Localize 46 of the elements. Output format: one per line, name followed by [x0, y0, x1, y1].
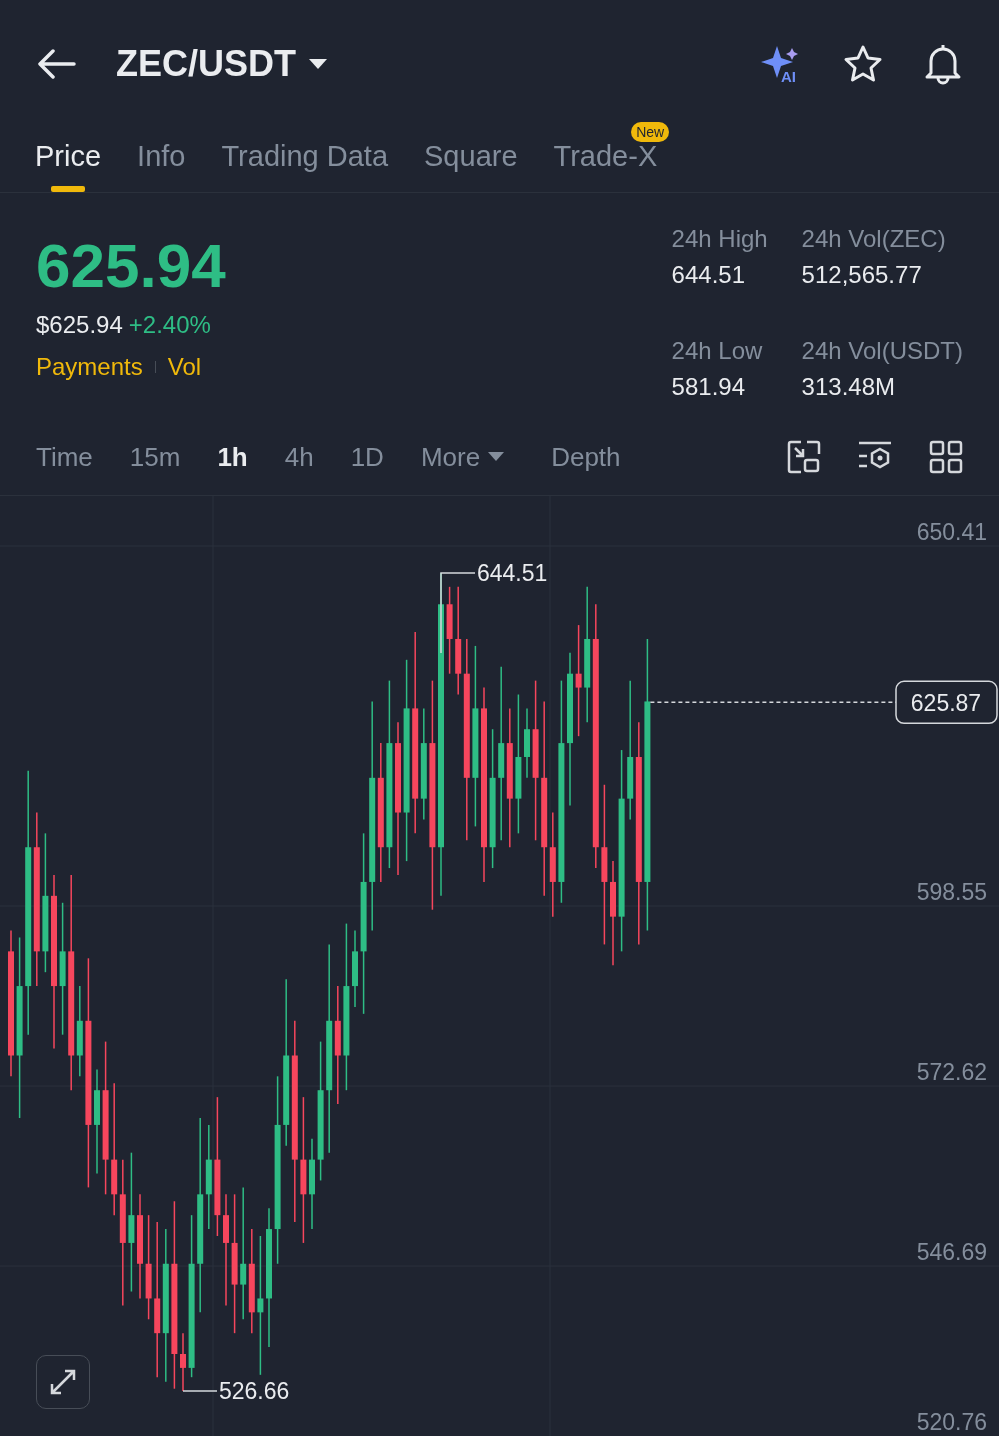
picture-in-picture-icon[interactable] [787, 440, 821, 474]
y-axis-label: 572.62 [916, 1059, 987, 1085]
category-tag[interactable]: Payments [36, 353, 143, 381]
candlestick [180, 1332, 186, 1392]
stat-label: 24h Vol(ZEC) [801, 225, 947, 253]
stat-label: 24h Low [671, 337, 764, 365]
low-price-marker: 526.66 [219, 1378, 290, 1405]
candlestick-chart[interactable]: 650.41 598.55 572.62 546.69 520.76 625.87 644.51 526.66 [0, 496, 999, 1436]
y-axis-label: 546.69 [916, 1239, 987, 1265]
star-icon[interactable] [843, 44, 883, 84]
stat-label: 24h Vol(USDT) [801, 337, 963, 365]
usd-price-change: $625.94 +2.40% [36, 311, 212, 339]
back-arrow-icon[interactable] [38, 49, 76, 79]
interval-tab[interactable]: Depth [551, 441, 621, 473]
tab[interactable]: Square [424, 134, 518, 192]
interval-tab[interactable]: 1h [217, 441, 248, 473]
current-price-label: 625.87 [895, 680, 998, 725]
expand-icon [48, 1367, 78, 1397]
last-price: 625.94 [36, 231, 227, 301]
fullscreen-button[interactable] [36, 1355, 90, 1409]
category-tag[interactable]: Vol [167, 353, 202, 381]
stat-value: 581.94 [671, 373, 746, 401]
notification-bell-icon[interactable] [923, 43, 963, 85]
stat-label: 24h High [671, 225, 769, 253]
stat-value: 313.48M [801, 373, 896, 401]
leader-line [182, 1390, 218, 1392]
caret-icon [308, 57, 328, 71]
y-axis-label: 598.55 [916, 879, 987, 905]
interval-tab[interactable]: 1D [350, 441, 384, 473]
interval-tab[interactable]: 15m [129, 441, 181, 473]
interval-tab[interactable]: Time [36, 441, 93, 473]
high-price-marker: 644.51 [477, 559, 548, 586]
y-axis-label: 650.41 [916, 519, 987, 545]
new-badge: New [631, 122, 670, 142]
tab[interactable]: Price [35, 134, 102, 192]
tab[interactable]: Info [137, 134, 186, 192]
pair-selector[interactable]: ZEC/USDT [116, 43, 328, 85]
grid-layout-icon[interactable] [929, 440, 963, 474]
interval-tab[interactable]: 4h [284, 441, 314, 473]
caret-icon [488, 452, 505, 462]
stat-value: 512,565.77 [801, 261, 923, 289]
y-axis-label: 520.76 [916, 1409, 987, 1435]
candlestick [524, 707, 530, 779]
stat-value: 644.51 [671, 261, 746, 289]
tab[interactable]: Trading Data [221, 134, 389, 192]
more-dropdown[interactable]: More [420, 441, 505, 473]
